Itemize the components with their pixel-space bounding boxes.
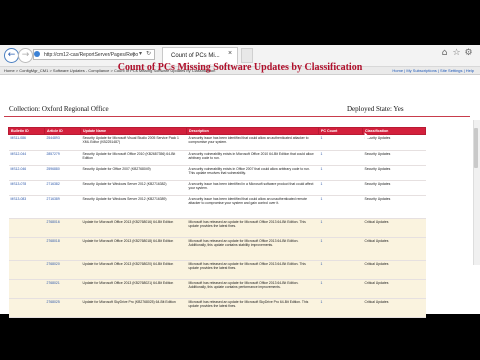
- gear-icon[interactable]: ⚙: [464, 49, 473, 58]
- bulletin-id-cell[interactable]: MS13-078: [8, 180, 45, 196]
- new-tab-button[interactable]: [241, 48, 253, 63]
- article-id-cell[interactable]: 2544893: [44, 134, 81, 151]
- article-id-cell[interactable]: 2596880: [44, 165, 81, 181]
- forward-icon[interactable]: →: [18, 48, 33, 63]
- classification-cell: Critical Updates: [362, 218, 426, 238]
- pc-count-cell[interactable]: 1: [318, 298, 363, 318]
- description-cell: Microsoft has released an update for Mic…: [186, 237, 319, 261]
- article-id-cell[interactable]: 2768021: [44, 279, 81, 299]
- search-icon[interactable]: ⌕: [132, 50, 135, 58]
- column-header-update-name[interactable]: Update Name: [80, 127, 187, 135]
- table-row[interactable]: 2768016 Update for Microsoft Office 2013 …: [8, 218, 426, 238]
- description-cell: A security issue has been identified in …: [186, 180, 319, 196]
- update-name-cell: Security Update for Windows Server 2012 …: [80, 195, 187, 219]
- address-bar[interactable]: http://cm12-cas/ReportServer/Pages/Repo: [33, 49, 155, 60]
- description-cell: Microsoft has released an update for Mic…: [186, 218, 319, 238]
- update-name-cell: Security Update for Microsoft Office 201…: [80, 150, 187, 166]
- table-row[interactable]: MS13-083 2716389 Security Update for Windo…: [8, 195, 426, 219]
- bulletin-id-cell[interactable]: [8, 298, 45, 318]
- bulletin-id-cell[interactable]: [8, 260, 45, 280]
- article-id-cell[interactable]: 2768025: [44, 298, 81, 318]
- classification-cell: Critical Updates: [362, 279, 426, 299]
- table-row[interactable]: MS13-078 2716382 Security Update for Windo…: [8, 180, 426, 196]
- update-name-cell: Update for Microsoft SkyDrive Pro (KB276…: [80, 298, 187, 318]
- table-row[interactable]: 2768020 Update for Microsoft Office 2013 …: [8, 260, 426, 280]
- pc-count-cell[interactable]: 1: [318, 180, 363, 196]
- column-header-article[interactable]: Article ID: [44, 127, 81, 135]
- column-header-description[interactable]: Description: [186, 127, 319, 135]
- ie-page-icon: [34, 51, 40, 57]
- pc-count-cell[interactable]: 1: [318, 260, 363, 280]
- article-id-cell[interactable]: 2768018: [44, 237, 81, 261]
- update-name-cell: Update for Microsoft Office 2013 (KB2768…: [80, 218, 187, 238]
- table-row[interactable]: 2768018 Update for Microsoft Office 2013 …: [8, 237, 426, 261]
- update-name-cell: Security Update for Windows Server 2012 …: [80, 180, 187, 196]
- pc-count-cell[interactable]: 1: [318, 165, 363, 181]
- classification-cell: Security Updates: [362, 165, 426, 181]
- pc-count-cell[interactable]: 1: [318, 150, 363, 166]
- description-cell: A security issue has been identified tha…: [186, 195, 319, 219]
- table-row[interactable]: MS12-046 2596880 Security Update for Offic…: [8, 165, 426, 181]
- scrollbar-thumb[interactable]: [474, 128, 478, 168]
- description-cell: Microsoft has released an update for Mic…: [186, 279, 319, 299]
- favorites-icon[interactable]: ☆: [452, 49, 461, 58]
- update-name-cell: Security Update for Microsoft Visual Stu…: [80, 134, 187, 151]
- collection-label: Collection: Oxford Regional Office: [9, 105, 109, 113]
- description-cell: Microsoft has released an update for Mic…: [186, 298, 319, 318]
- article-id-cell[interactable]: 2768020: [44, 260, 81, 280]
- pc-count-cell[interactable]: 1: [318, 134, 363, 151]
- table-row[interactable]: MS12-044 2857279 Security Update for Micro…: [8, 150, 426, 166]
- table-row[interactable]: 2768021 Update for Microsoft Office 2013 …: [8, 279, 426, 299]
- refresh-icon[interactable]: ↻: [146, 50, 151, 57]
- update-name-cell: Update for Microsoft Office 2013 (KB2768…: [80, 279, 187, 299]
- column-header-bulletin[interactable]: Bulletin ID: [8, 127, 45, 135]
- pc-count-cell[interactable]: 1: [318, 195, 363, 219]
- close-tab-icon[interactable]: ×: [228, 50, 232, 57]
- classification-cell: Critical Updates: [362, 298, 426, 318]
- article-id-cell[interactable]: 2716382: [44, 180, 81, 196]
- column-header-classification[interactable]: Classification: [362, 127, 426, 135]
- table-row[interactable]: 2768025 Update for Microsoft SkyDrive Pro…: [8, 298, 426, 318]
- description-cell: A security vulnerability exists in Offic…: [186, 165, 319, 181]
- classification-cell: Security Updates: [362, 180, 426, 196]
- updates-table: Bulletin ID Article ID Update Name Descr…: [8, 127, 426, 318]
- bulletin-id-cell[interactable]: [8, 279, 45, 299]
- pc-count-cell[interactable]: 1: [318, 218, 363, 238]
- deployed-state-label: Deployed State: Yes: [347, 105, 404, 113]
- pc-count-cell[interactable]: 1: [318, 237, 363, 261]
- address-dropdown-icon[interactable]: ▾: [139, 50, 142, 57]
- classification-cell: Security Updates: [362, 150, 426, 166]
- bulletin-id-cell[interactable]: MS12-044: [8, 150, 45, 166]
- header-divider: [4, 116, 470, 117]
- bulletin-id-cell[interactable]: MS12-046: [8, 165, 45, 181]
- classification-cell: Security Updates: [362, 134, 426, 151]
- classification-cell: Critical Updates: [362, 260, 426, 280]
- report-title: Count of PCs Missing Software Updates by…: [117, 62, 363, 73]
- home-icon[interactable]: ⌂: [440, 49, 449, 58]
- description-cell: A security issue has been identified tha…: [186, 134, 319, 151]
- bulletin-id-cell[interactable]: [8, 218, 45, 238]
- description-cell: A security vulnerability exists in Micro…: [186, 150, 319, 166]
- classification-cell: Critical Updates: [362, 237, 426, 261]
- bulletin-id-cell[interactable]: [8, 237, 45, 261]
- bulletin-id-cell[interactable]: MS13-083: [8, 195, 45, 219]
- bulletin-id-cell[interactable]: MS11-086: [8, 134, 45, 151]
- classification-cell: Security Updates: [362, 195, 426, 219]
- description-cell: Microsoft has released an update for Mic…: [186, 260, 319, 280]
- update-name-cell: Security Update for Office 2007 (KB27680…: [80, 165, 187, 181]
- column-header-pc-count[interactable]: PC Count: [318, 127, 363, 135]
- article-id-cell[interactable]: 2768016: [44, 218, 81, 238]
- article-id-cell[interactable]: 2716389: [44, 195, 81, 219]
- update-name-cell: Update for Microsoft Office 2013 (KB2768…: [80, 237, 187, 261]
- back-icon[interactable]: ←: [4, 48, 19, 63]
- update-name-cell: Update for Microsoft Office 2013 (KB2768…: [80, 260, 187, 280]
- article-id-cell[interactable]: 2857279: [44, 150, 81, 166]
- pc-count-cell[interactable]: 1: [318, 279, 363, 299]
